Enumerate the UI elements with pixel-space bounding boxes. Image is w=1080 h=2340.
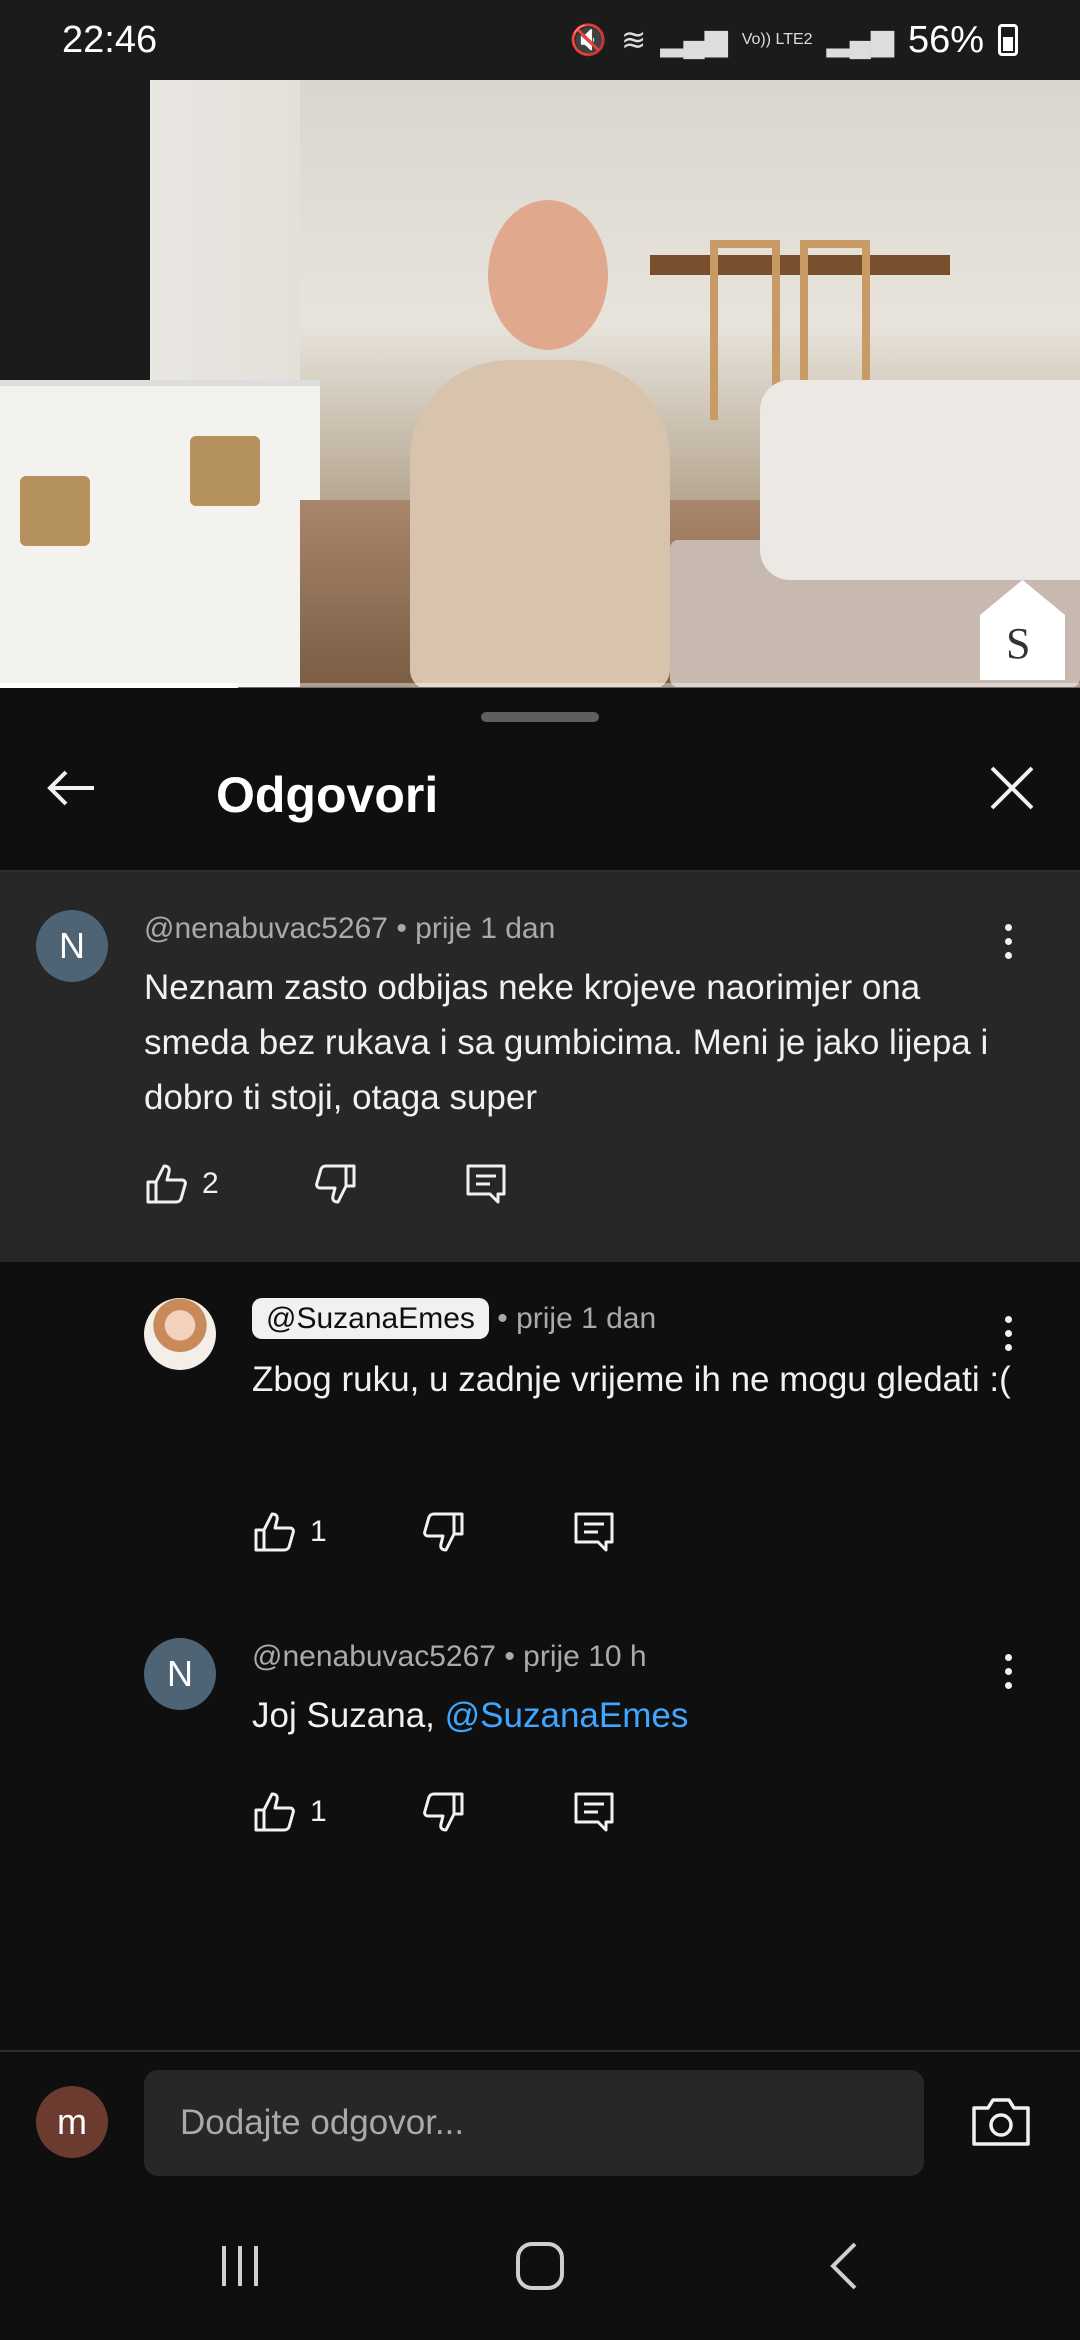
like-count: 1 — [310, 1795, 327, 1828]
video-scene-shelf — [0, 380, 320, 687]
thumb-down-icon — [423, 1792, 464, 1832]
battery-percent: 56% — [907, 18, 984, 61]
avatar[interactable]: N — [36, 910, 108, 982]
avatar-letter: N — [59, 925, 85, 966]
recents-button[interactable] — [210, 2236, 270, 2296]
back-button[interactable] — [42, 758, 102, 818]
mention-link[interactable]: @SuzanaEmes — [445, 1696, 689, 1735]
video-scene-tv — [0, 80, 150, 400]
home-button[interactable] — [510, 2236, 570, 2296]
comment-author[interactable]: @nenabuvac5267 — [252, 1640, 496, 1673]
avatar[interactable] — [144, 1298, 216, 1370]
video-scene-person — [410, 360, 670, 687]
recents-icon — [222, 2246, 258, 2286]
video-scene-basket — [190, 436, 260, 506]
comment-icon — [466, 1164, 506, 1204]
reply-button[interactable] — [572, 1510, 616, 1554]
video-progress-bar[interactable] — [0, 683, 1080, 688]
comment-author[interactable]: @nenabuvac5267 — [144, 912, 388, 945]
video-progress-fill — [0, 683, 238, 688]
like-count: 1 — [310, 1515, 327, 1548]
thumb-up-icon — [254, 1792, 295, 1832]
battery-icon — [998, 24, 1018, 56]
comment-meta: @SuzanaEmes • prije 1 dan — [252, 1298, 657, 1339]
mute-icon: 🔇 — [569, 23, 608, 57]
more-vertical-icon — [1003, 924, 1013, 959]
sheet-title: Odgovori — [216, 767, 439, 823]
camera-icon — [972, 2098, 1030, 2146]
comment-text: Zbog ruku, u zadnje vrijeme ih ne mogu g… — [252, 1360, 1011, 1399]
dislike-button[interactable] — [314, 1162, 358, 1206]
watermark-letter: S — [1006, 619, 1031, 668]
reply-bar: m — [0, 2052, 1080, 2192]
status-icons: 🔇 ≋ ▂▄▆ Vo)) LTE2 ▂▄▆ 56% — [570, 19, 1018, 62]
comment-text: Joj Suzana, @SuzanaEmes — [252, 1688, 1012, 1743]
comment-time: • prije 10 h — [504, 1640, 647, 1673]
comment-text-content: Joj Suzana, — [252, 1696, 435, 1735]
avatar-letter: N — [167, 1653, 193, 1694]
comment-time: • prije 1 dan — [396, 912, 556, 945]
reply-button[interactable] — [572, 1790, 616, 1834]
dislike-button[interactable] — [422, 1510, 466, 1554]
more-vertical-icon — [1003, 1316, 1013, 1351]
back-nav-button[interactable] — [815, 2236, 875, 2296]
avatar-letter: m — [57, 2101, 87, 2142]
comment-icon — [574, 1792, 614, 1832]
close-button[interactable] — [982, 758, 1042, 818]
comment-text: Neznam zasto odbijas neke krojeve naorim… — [144, 968, 989, 1117]
signal-icon-2: ▂▄▆ — [826, 23, 894, 57]
like-button[interactable]: 2 — [144, 1162, 219, 1206]
thumb-up-icon — [254, 1512, 295, 1552]
video-player[interactable]: S — [0, 80, 1080, 687]
wifi-icon: ≋ — [621, 23, 647, 57]
comment-meta: @nenabuvac5267 • prije 10 h — [252, 1640, 647, 1674]
arrow-left-icon — [47, 770, 94, 806]
dislike-button[interactable] — [422, 1790, 466, 1834]
thumb-down-icon — [423, 1512, 464, 1552]
more-options-button[interactable] — [1003, 1316, 1013, 1356]
chevron-left-icon — [830, 2242, 857, 2290]
thumb-down-icon — [315, 1164, 356, 1204]
network-label: Vo)) LTE2 — [741, 31, 813, 48]
more-vertical-icon — [1003, 1654, 1013, 1689]
sheet-header: Odgovori — [0, 730, 1080, 870]
status-time: 22:46 — [62, 18, 158, 61]
sheet-drag-handle[interactable] — [481, 712, 599, 722]
signal-icon: ▂▄▆ — [660, 23, 728, 57]
video-scene-basket — [20, 476, 90, 546]
like-button[interactable]: 1 — [252, 1510, 327, 1554]
video-scene-person-head — [488, 200, 608, 350]
close-icon — [990, 766, 1034, 810]
status-bar: 22:46 🔇 ≋ ▂▄▆ Vo)) LTE2 ▂▄▆ 56% — [0, 0, 1080, 80]
comment-meta: @nenabuvac5267 • prije 1 dan — [144, 912, 555, 946]
camera-button[interactable] — [970, 2094, 1032, 2150]
video-scene-sofa — [760, 380, 1080, 580]
home-icon — [516, 2242, 564, 2290]
reply-button[interactable] — [464, 1162, 508, 1206]
more-options-button[interactable] — [1003, 924, 1013, 964]
user-avatar[interactable]: m — [36, 2086, 108, 2158]
like-count: 2 — [202, 1167, 219, 1200]
like-button[interactable]: 1 — [252, 1790, 327, 1834]
reply-input[interactable] — [144, 2070, 924, 2176]
parent-comment: N @nenabuvac5267 • prije 1 dan Neznam za… — [0, 872, 1080, 1262]
avatar[interactable]: N — [144, 1638, 216, 1710]
comment-icon — [574, 1512, 614, 1552]
thumb-up-icon — [146, 1164, 187, 1204]
creator-author-chip[interactable]: @SuzanaEmes — [252, 1298, 489, 1339]
system-nav-bar — [0, 2192, 1080, 2340]
comment-time: • prije 1 dan — [497, 1302, 657, 1335]
